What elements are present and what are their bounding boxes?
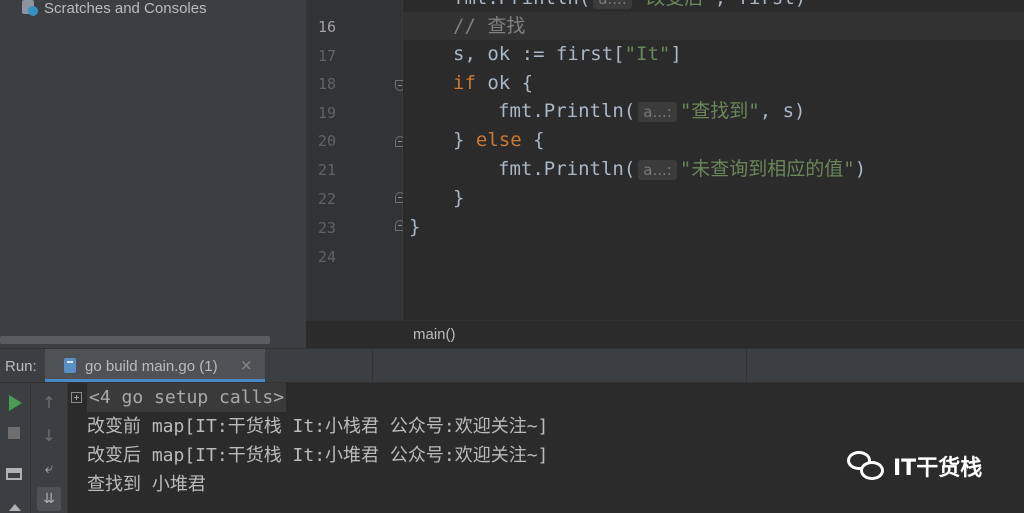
code-line-23: } <box>409 216 421 238</box>
run-tab-title[interactable]: go build main.go (1) <box>85 358 218 375</box>
run-panel-header: Run: go build main.go (1) × <box>0 348 1024 383</box>
run-panel-label: Run: <box>5 358 37 375</box>
rerun-icon[interactable] <box>9 395 22 411</box>
line-number: 20 <box>317 132 336 150</box>
run-toolbar-right: ↑ ↓ ⤶ ⇊ <box>31 383 68 513</box>
code-line-18: if ok { <box>453 72 534 94</box>
divider <box>372 349 373 382</box>
console-line-setup-calls[interactable]: <4 go setup calls> <box>87 383 287 412</box>
expand-up-icon[interactable] <box>9 504 21 511</box>
line-number: 17 <box>317 47 336 65</box>
code-line-21: fmt.Println(a...: "未查询到相应的值") <box>498 158 867 180</box>
go-build-icon <box>64 358 76 373</box>
project-panel: Scratches and Consoles <box>0 0 306 348</box>
close-icon[interactable]: × <box>240 356 253 374</box>
watermark: IT干货栈 <box>847 449 982 483</box>
soft-wrap-icon[interactable]: ⤶ <box>41 460 57 476</box>
code-line-17: s, ok := first["It"] <box>453 43 682 65</box>
up-arrow-icon[interactable]: ↑ <box>41 394 57 412</box>
line-number: 19 <box>317 104 336 122</box>
active-tab-indicator <box>45 379 265 382</box>
code-line-22: } <box>453 187 465 209</box>
line-number: 24 <box>317 248 336 266</box>
scroll-to-end-icon: ⇊ <box>43 491 55 507</box>
code-line-15: fmt.Println(a...:"改变后", first) <box>453 0 806 12</box>
line-number: 16 <box>317 18 336 36</box>
project-tree-item-label: Scratches and Consoles <box>44 0 207 17</box>
run-toolbar-left <box>0 383 31 513</box>
parameter-hint: a...: <box>638 159 677 180</box>
line-number: 21 <box>317 161 336 179</box>
console-line: 查找到 小堆君 <box>87 474 206 495</box>
console-line: 改变前 map[IT:干货栈 It:小栈君 公众号:欢迎关注~] <box>87 416 549 437</box>
down-arrow-icon[interactable]: ↓ <box>41 427 57 445</box>
project-tree-item-scratches[interactable]: Scratches and Consoles <box>22 0 207 18</box>
code-editor[interactable]: fmt.Println(a...:"改变后", first) // 查找 s, … <box>403 0 1024 320</box>
code-line-20: } else { <box>453 129 545 151</box>
editor-gutter: 16 17 18 19 20 21 22 23 24 <box>306 0 405 320</box>
breadcrumb-bar: main() <box>306 320 1024 349</box>
watermark-text: IT干货栈 <box>893 456 983 481</box>
console-line: 改变后 map[IT:干货栈 It:小堆君 公众号:欢迎关注~] <box>87 445 549 466</box>
layout-icon[interactable] <box>6 468 22 480</box>
expand-icon[interactable] <box>71 392 82 403</box>
scratches-icon <box>22 0 38 16</box>
code-line-16: // 查找 <box>453 15 526 37</box>
parameter-hint: a...: <box>638 101 677 122</box>
breadcrumb[interactable]: main() <box>413 326 456 343</box>
parameter-hint: a...: <box>593 0 632 9</box>
line-number: 18 <box>317 75 336 93</box>
horizontal-scrollbar[interactable] <box>0 336 270 344</box>
stop-icon[interactable] <box>8 427 20 439</box>
line-number: 23 <box>317 219 336 237</box>
line-number: 22 <box>317 190 336 208</box>
divider <box>746 349 747 382</box>
scroll-to-end-button[interactable]: ⇊ <box>37 487 61 511</box>
code-line-19: fmt.Println(a...: "查找到", s) <box>498 100 806 122</box>
wechat-icon <box>847 449 887 483</box>
console-output[interactable]: <4 go setup calls> 改变前 map[IT:干货栈 It:小栈君… <box>68 383 1024 513</box>
